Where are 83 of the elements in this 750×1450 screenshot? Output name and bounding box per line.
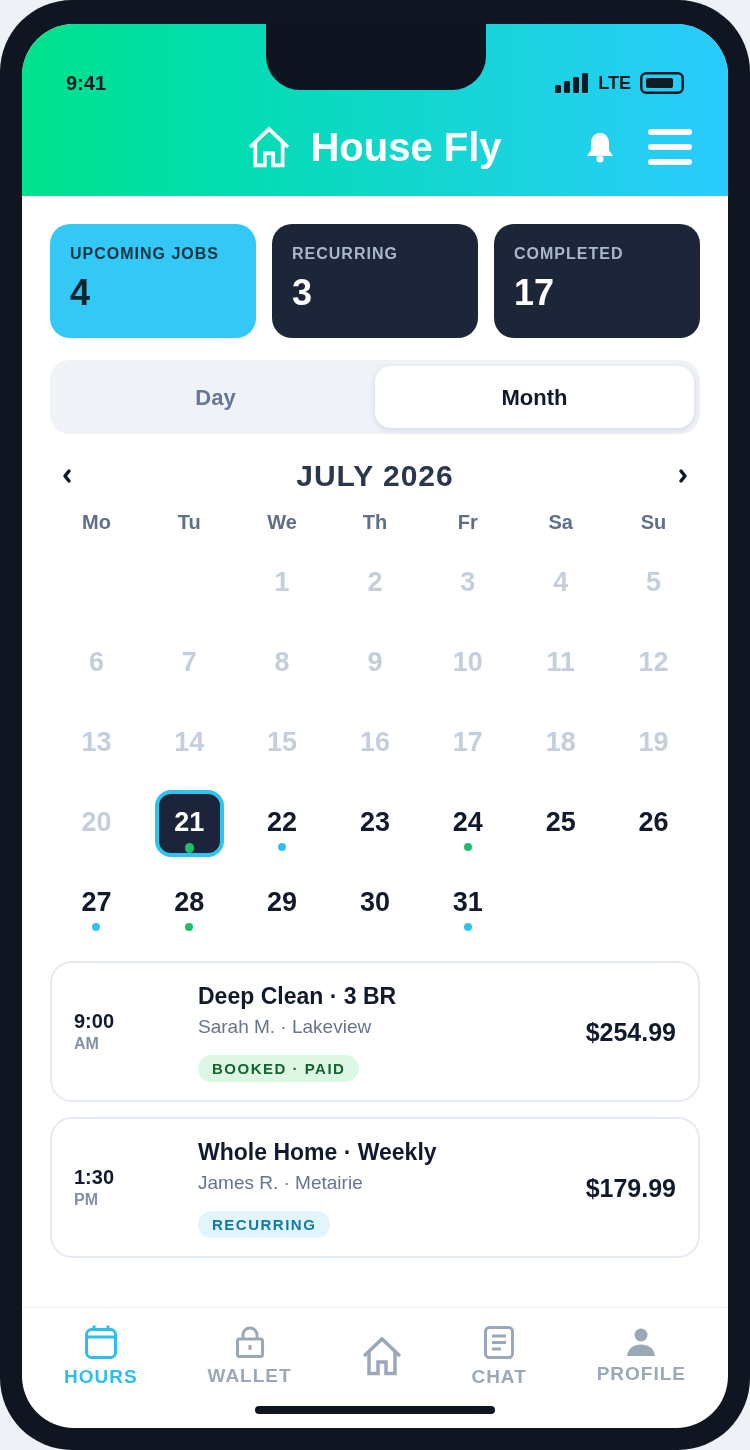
calendar-day[interactable]: 30	[340, 870, 410, 937]
weekday-label: Mo	[81, 510, 111, 534]
bell-icon[interactable]	[584, 131, 616, 163]
job-period: AM	[74, 1033, 99, 1054]
calendar-day[interactable]: 10	[433, 630, 503, 697]
job-client: Sarah M. · Lakeview	[198, 1015, 372, 1039]
calendar-day[interactable]: 15	[247, 710, 317, 777]
month-title: JULY 2026	[296, 458, 454, 494]
calendar-day[interactable]: 18	[526, 710, 596, 777]
weekday-label: Tu	[177, 510, 201, 534]
calendar-day[interactable]: 29	[247, 870, 317, 937]
calendar-day[interactable]: 6	[61, 630, 131, 697]
job-time: 1:30	[74, 1164, 115, 1189]
lock-icon	[235, 1326, 264, 1358]
calendar-day[interactable]: 24	[433, 790, 503, 857]
calendar-day[interactable]: 22	[247, 790, 317, 857]
nav-tab[interactable]: PROFILE	[596, 1328, 686, 1384]
calendar-day[interactable]: 9	[340, 630, 410, 697]
job-price: $179.99	[585, 1172, 676, 1203]
stat-card[interactable]: UPCOMING JOBS 4	[50, 224, 256, 338]
stat-card[interactable]: COMPLETED 17	[494, 224, 700, 338]
stat-label: COMPLETED	[514, 244, 624, 264]
calendar-day[interactable]: 4	[526, 550, 596, 617]
calendar-day[interactable]: 28	[154, 870, 224, 937]
chevron-left-icon[interactable]	[62, 468, 72, 484]
calendar-day[interactable]: 7	[154, 630, 224, 697]
job-card[interactable]: 1:30 PM Whole Home · Weekly James R. · Metairie RECURRING $179.99	[50, 1117, 700, 1258]
status-time: 9:41	[66, 71, 107, 95]
weekday-label: We	[267, 510, 297, 534]
job-client: James R. · Metairie	[198, 1171, 363, 1195]
calendar-day[interactable]: 26	[619, 790, 689, 857]
menu-icon[interactable]	[648, 129, 692, 165]
nav-tab[interactable]: CHAT	[471, 1325, 527, 1387]
view-tab[interactable]: Month	[375, 366, 694, 428]
calendar-day[interactable]: 19	[619, 710, 689, 777]
house-logo-icon	[248, 126, 291, 168]
network-label: LTE	[598, 72, 631, 94]
calendar-day[interactable]: 25	[526, 790, 596, 857]
calendar-day[interactable]: 3	[433, 550, 503, 617]
document-icon	[484, 1325, 515, 1359]
calendar-day[interactable]: 21	[154, 790, 224, 857]
nav-tab[interactable]: WALLET	[207, 1326, 292, 1386]
calendar-day[interactable]: 13	[61, 710, 131, 777]
stat-card[interactable]: RECURRING 3	[272, 224, 478, 338]
job-period: PM	[74, 1189, 98, 1210]
calendar-day[interactable]: 12	[619, 630, 689, 697]
stat-value: 3	[292, 273, 313, 313]
calendar-day[interactable]: 31	[433, 870, 503, 937]
weekday-label: Fr	[457, 510, 478, 534]
calendar-day[interactable]: 14	[154, 710, 224, 777]
calendar-day[interactable]: 8	[247, 630, 317, 697]
status-badge: RECURRING	[198, 1211, 331, 1238]
app-title: House Fly	[310, 124, 502, 170]
house-icon[interactable]	[361, 1336, 402, 1376]
calendar-day[interactable]: 27	[61, 870, 131, 937]
chevron-right-icon[interactable]	[678, 468, 688, 484]
calendar-day[interactable]: 20	[61, 790, 131, 857]
stat-label: UPCOMING JOBS	[70, 244, 219, 264]
job-title: Whole Home · Weekly	[198, 1138, 437, 1167]
calendar-day[interactable]: 5	[619, 550, 689, 617]
calendar-day[interactable]: 16	[340, 710, 410, 777]
status-badge: BOOKED · PAID	[198, 1055, 360, 1082]
calendar-day[interactable]: 23	[340, 790, 410, 857]
calendar-icon	[84, 1325, 117, 1359]
calendar-day[interactable]: 2	[340, 550, 410, 617]
stat-value: 17	[514, 273, 555, 313]
stat-label: RECURRING	[292, 244, 398, 264]
calendar-day[interactable]: 17	[433, 710, 503, 777]
job-card[interactable]: 9:00 AM Deep Clean · 3 BR Sarah M. · Lakeview BOOKED · PAID $254.99	[50, 961, 700, 1102]
weekday-label: Su	[640, 510, 667, 534]
battery-icon	[640, 72, 684, 94]
nav-tab[interactable]: HOURS	[64, 1325, 138, 1387]
calendar-day[interactable]: 11	[526, 630, 596, 697]
job-time: 9:00	[74, 1008, 115, 1033]
job-title: Deep Clean · 3 BR	[198, 982, 397, 1011]
weekday-label: Th	[362, 510, 388, 534]
stat-value: 4	[70, 273, 91, 313]
calendar-day[interactable]: 1	[247, 550, 317, 617]
person-icon	[627, 1328, 656, 1356]
signal-icon	[555, 73, 590, 93]
job-price: $254.99	[585, 1016, 676, 1047]
view-tab[interactable]: Day	[56, 366, 375, 428]
weekday-label: Sa	[548, 510, 573, 534]
